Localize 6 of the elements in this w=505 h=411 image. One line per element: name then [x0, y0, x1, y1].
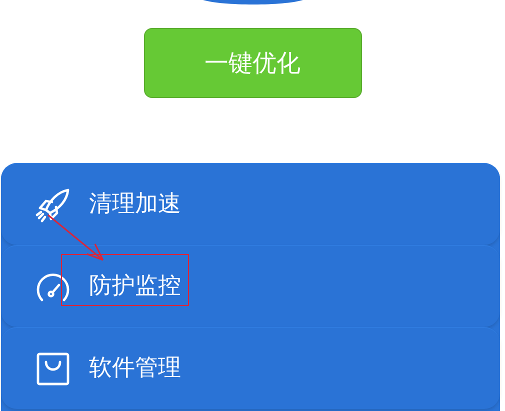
menu-label: 软件管理 [89, 354, 181, 384]
menu-label: 清理加速 [89, 190, 181, 220]
menu-item[interactable]: 软件管理 [1, 327, 500, 409]
menu-item[interactable]: 清理加速 [1, 163, 500, 245]
menu-item[interactable]: 防护监控 [1, 245, 500, 327]
menu-label: 防护监控 [89, 272, 181, 302]
